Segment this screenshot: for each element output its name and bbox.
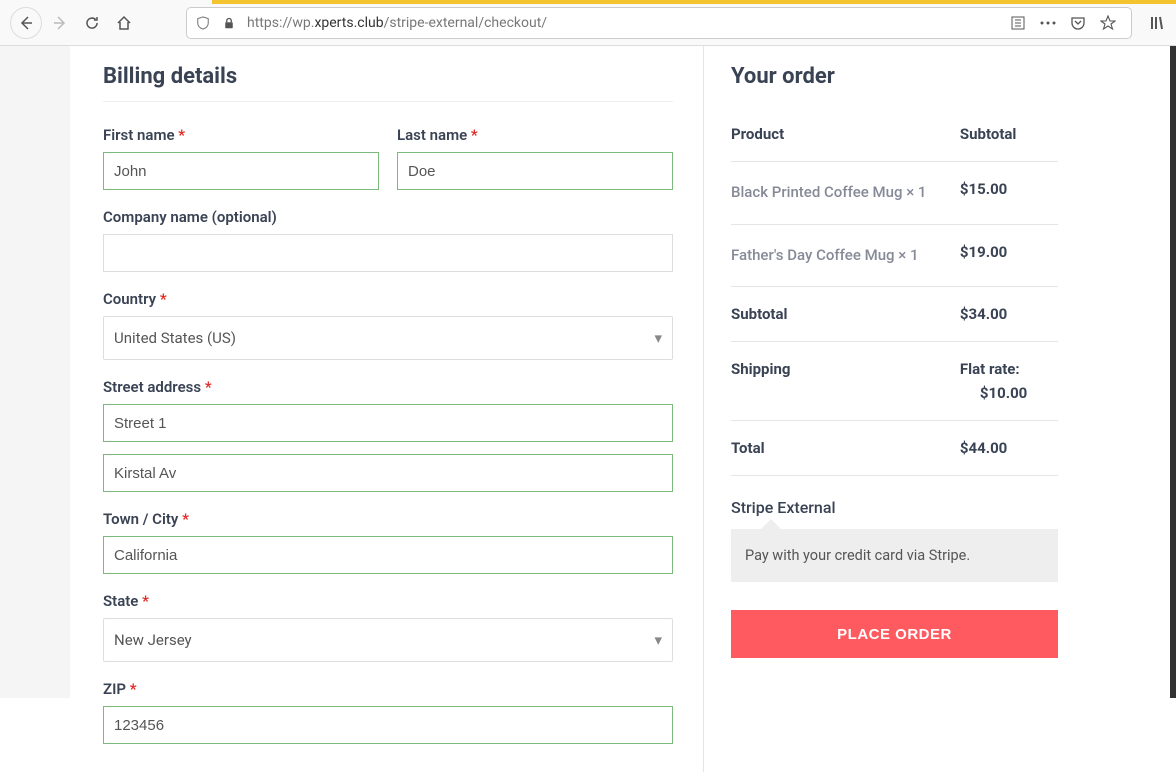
lock-icon [221,15,237,31]
library-icon[interactable] [1148,14,1166,32]
product-header: Product [731,107,960,162]
billing-form: Billing details First name * Last name *… [103,46,703,772]
street-label: Street address * [103,378,673,396]
home-button[interactable] [110,9,138,37]
subtotal-row: Subtotal $34.00 [731,287,1058,342]
order-table: Product Subtotal Black Printed Coffee Mu… [731,107,1058,476]
url-bar[interactable]: https://wp.xperts.club/stripe-external/c… [186,7,1132,39]
home-icon [116,15,132,31]
star-icon[interactable] [1099,14,1117,32]
reload-icon [84,15,100,31]
zip-field[interactable] [103,706,673,744]
subtotal-header: Subtotal [960,107,1058,162]
table-row: Father's Day Coffee Mug × 1 $19.00 [731,224,1058,287]
total-row: Total $44.00 [731,421,1058,476]
back-button[interactable] [10,7,42,39]
arrow-left-icon [18,15,34,31]
first-name-label: First name * [103,126,379,144]
pocket-icon[interactable] [1069,14,1087,32]
library-sidebar-edge[interactable] [1170,46,1176,698]
billing-title: Billing details [103,64,673,89]
payment-method-label: Stripe External [731,498,1058,517]
arrow-right-icon [52,15,68,31]
shipping-row: Shipping Flat rate: $10.00 [731,342,1058,421]
reader-mode-icon[interactable] [1009,14,1027,32]
last-name-field[interactable] [397,152,673,190]
forward-button [46,9,74,37]
company-field[interactable] [103,234,673,272]
table-row: Black Printed Coffee Mug × 1 $15.00 [731,162,1058,225]
city-field[interactable] [103,536,673,574]
order-title: Your order [731,64,1058,89]
reload-button[interactable] [78,9,106,37]
last-name-label: Last name * [397,126,673,144]
country-select[interactable]: United States (US) ▾ [103,316,673,360]
street1-field[interactable] [103,404,673,442]
street2-field[interactable] [103,454,673,492]
order-summary: Your order Product Subtotal Black Printe… [703,46,1083,772]
chevron-down-icon: ▾ [654,631,662,649]
url-text: https://wp.xperts.club/stripe-external/c… [247,15,999,31]
country-label: Country * [103,290,673,308]
state-select[interactable]: New Jersey ▾ [103,618,673,662]
city-label: Town / City * [103,510,673,528]
shield-icon [195,15,211,31]
company-label: Company name (optional) [103,208,673,226]
place-order-button[interactable]: PLACE ORDER [731,610,1058,658]
state-label: State * [103,592,673,610]
more-icon[interactable] [1039,14,1057,32]
zip-label: ZIP * [103,680,673,698]
payment-description: Pay with your credit card via Stripe. [731,529,1058,582]
chevron-down-icon: ▾ [654,329,662,347]
browser-toolbar: https://wp.xperts.club/stripe-external/c… [0,0,1176,46]
first-name-field[interactable] [103,152,379,190]
